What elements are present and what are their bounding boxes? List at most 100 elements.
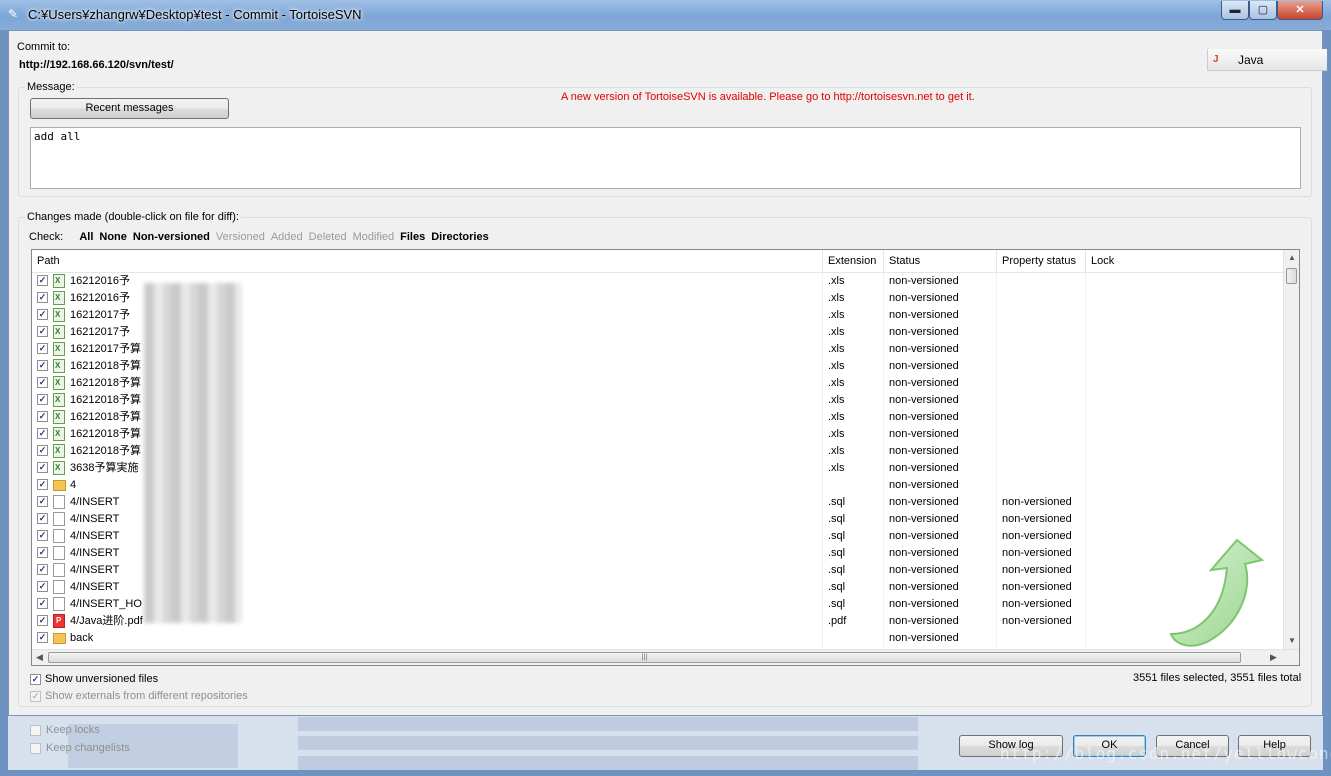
row-path: 4/INSERT — [70, 547, 120, 559]
column-extension[interactable]: Extension — [823, 250, 884, 272]
show-unversioned-checkbox[interactable]: ✓ — [30, 674, 41, 685]
keep-changelists-checkbox[interactable] — [30, 743, 41, 754]
row-checkbox[interactable]: ✓ — [37, 343, 48, 354]
row-checkbox[interactable]: ✓ — [37, 479, 48, 490]
list-rows: ✓ 16212016予 .xls non-versioned ✓ 16212016予 .xl… — [32, 273, 1283, 647]
row-status: non-versioned — [889, 581, 959, 593]
vertical-scrollbar[interactable]: ▲ ▼ — [1283, 250, 1299, 649]
row-checkbox[interactable]: ✓ — [37, 377, 48, 388]
filter-directories[interactable]: Directories — [431, 231, 488, 243]
row-checkbox[interactable]: ✓ — [37, 326, 48, 337]
row-extension: .sql — [828, 496, 846, 508]
commit-message-input[interactable]: add all — [30, 127, 1301, 189]
sql-file-icon — [53, 546, 65, 560]
row-extension: .sql — [828, 530, 846, 542]
column-status[interactable]: Status — [884, 250, 997, 272]
minimize-button[interactable]: ▬ — [1221, 1, 1249, 20]
filter-versioned: Versioned — [215, 231, 265, 243]
java-tab[interactable]: J Java — [1207, 49, 1327, 71]
row-status: non-versioned — [889, 479, 959, 491]
row-extension: .xls — [828, 326, 845, 338]
check-label: Check: — [29, 231, 64, 243]
vertical-scroll-thumb[interactable] — [1286, 268, 1297, 284]
row-path: 16212016予 — [70, 292, 130, 304]
row-status: non-versioned — [889, 547, 959, 559]
update-notice[interactable]: A new version of TortoiseSVN is availabl… — [561, 91, 975, 103]
watermark-text: http://blog.csdn.net/yelllowcong — [1000, 744, 1331, 763]
horizontal-scrollbar[interactable]: ◀ ||| ▶ — [32, 649, 1299, 665]
row-checkbox[interactable]: ✓ — [37, 428, 48, 439]
row-extension: .sql — [828, 547, 846, 559]
row-path: 4/INSERT — [70, 513, 120, 525]
row-checkbox[interactable]: ✓ — [37, 394, 48, 405]
xls-file-icon — [53, 291, 65, 305]
row-checkbox[interactable]: ✓ — [37, 411, 48, 422]
row-property-status: non-versioned — [1002, 564, 1072, 576]
row-checkbox[interactable]: ✓ — [37, 496, 48, 507]
show-externals-label: Show externals from different repositori… — [45, 690, 248, 702]
row-path: 16212018予算 — [70, 394, 141, 406]
row-extension: .xls — [828, 343, 845, 355]
row-checkbox[interactable]: ✓ — [37, 292, 48, 303]
column-property-status[interactable]: Property status — [997, 250, 1086, 272]
row-path: 16212018予算 — [70, 377, 141, 389]
row-extension: .sql — [828, 513, 846, 525]
xls-file-icon — [53, 461, 65, 475]
xls-file-icon — [53, 325, 65, 339]
row-status: non-versioned — [889, 632, 959, 644]
row-extension: .xls — [828, 462, 845, 474]
row-checkbox[interactable]: ✓ — [37, 445, 48, 456]
row-checkbox[interactable]: ✓ — [37, 564, 48, 575]
file-row[interactable]: ✓ back non-versioned — [32, 630, 1283, 647]
xls-file-icon — [53, 308, 65, 322]
row-status: non-versioned — [889, 496, 959, 508]
row-checkbox[interactable]: ✓ — [37, 615, 48, 626]
scroll-down-icon[interactable]: ▼ — [1288, 636, 1296, 645]
changes-list[interactable]: Path Extension Status Property status Lo… — [31, 249, 1300, 666]
row-extension: .xls — [828, 377, 845, 389]
xls-file-icon — [53, 410, 65, 424]
java-tab-label: Java — [1238, 53, 1264, 67]
row-status: non-versioned — [889, 343, 959, 355]
column-lock[interactable]: Lock — [1086, 250, 1283, 272]
xls-file-icon — [53, 359, 65, 373]
row-checkbox[interactable]: ✓ — [37, 632, 48, 643]
scroll-left-icon[interactable]: ◀ — [36, 652, 43, 663]
row-status: non-versioned — [889, 428, 959, 440]
recent-messages-button[interactable]: Recent messages — [30, 98, 229, 119]
row-status: non-versioned — [889, 394, 959, 406]
row-checkbox[interactable]: ✓ — [37, 309, 48, 320]
keep-locks-label: Keep locks — [46, 724, 100, 736]
row-checkbox[interactable]: ✓ — [37, 530, 48, 541]
row-checkbox[interactable]: ✓ — [37, 360, 48, 371]
maximize-button[interactable]: ▢ — [1249, 1, 1277, 20]
row-checkbox[interactable]: ✓ — [37, 513, 48, 524]
keep-locks-checkbox[interactable] — [30, 725, 41, 736]
row-extension: .xls — [828, 309, 845, 321]
row-checkbox[interactable]: ✓ — [37, 598, 48, 609]
row-status: non-versioned — [889, 513, 959, 525]
scroll-right-icon[interactable]: ▶ — [1270, 652, 1277, 663]
filter-non-versioned[interactable]: Non-versioned — [133, 231, 210, 243]
folder-file-icon — [53, 480, 66, 491]
row-path: 4 — [70, 479, 77, 491]
filter-all[interactable]: All — [79, 231, 93, 243]
close-button[interactable]: ✕ — [1277, 1, 1323, 20]
column-path[interactable]: Path — [32, 250, 823, 272]
row-property-status: non-versioned — [1002, 496, 1072, 508]
row-extension: .pdf — [828, 615, 847, 627]
row-checkbox[interactable]: ✓ — [37, 581, 48, 592]
pdf-file-icon — [53, 614, 65, 628]
scroll-up-icon[interactable]: ▲ — [1288, 253, 1296, 262]
title-bar[interactable]: ✎ C:¥Users¥zhangrw¥Desktop¥test - Commit… — [0, 0, 1331, 30]
row-extension: .xls — [828, 411, 845, 423]
filter-none[interactable]: None — [99, 231, 127, 243]
filter-files[interactable]: Files — [400, 231, 425, 243]
row-checkbox[interactable]: ✓ — [37, 275, 48, 286]
row-checkbox[interactable]: ✓ — [37, 462, 48, 473]
xls-file-icon — [53, 376, 65, 390]
row-property-status: non-versioned — [1002, 598, 1072, 610]
window-title: C:¥Users¥zhangrw¥Desktop¥test - Commit -… — [28, 7, 362, 22]
row-checkbox[interactable]: ✓ — [37, 547, 48, 558]
horizontal-scroll-thumb[interactable]: ||| — [48, 652, 1241, 663]
